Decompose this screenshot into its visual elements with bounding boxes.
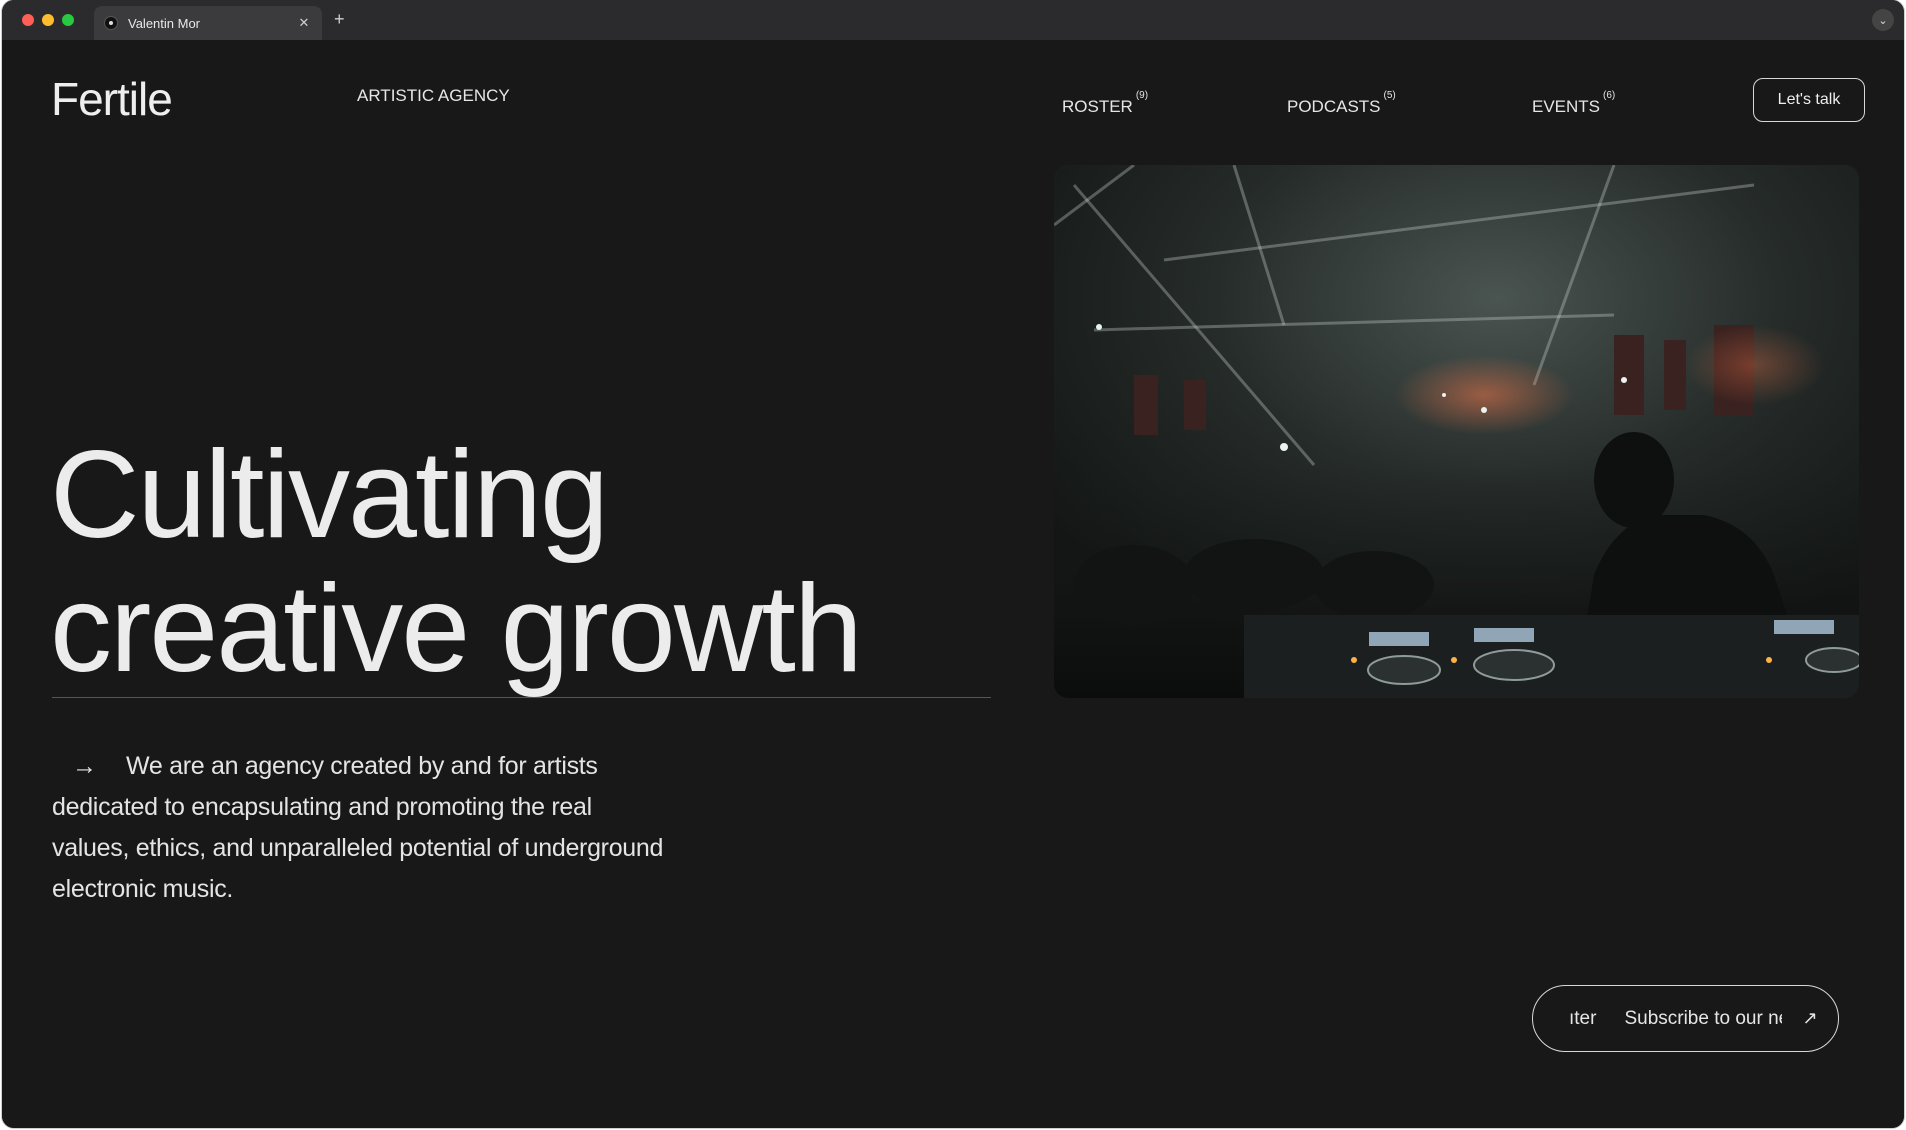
hero-headline: Cultivating creative growth bbox=[50, 426, 863, 698]
tab-list-chevron-icon[interactable]: ⌄ bbox=[1872, 9, 1894, 31]
hero-headline-line2: creative growth bbox=[50, 560, 863, 698]
site-tagline: ARTISTIC AGENCY bbox=[357, 86, 510, 105]
nav-roster-label: ROSTER bbox=[1062, 97, 1133, 116]
maximize-window-button[interactable] bbox=[62, 14, 74, 26]
newsletter-marquee: ıter Subscribe to our ne bbox=[1533, 1008, 1782, 1030]
nav-roster[interactable]: ROSTER(9) bbox=[1062, 90, 1148, 117]
nav-events-count: (6) bbox=[1603, 90, 1616, 101]
hero-divider bbox=[52, 697, 991, 698]
nav-events-label: EVENTS bbox=[1532, 97, 1601, 116]
minimize-window-button[interactable] bbox=[42, 14, 54, 26]
tab-title: Valentin Mor bbox=[128, 15, 201, 31]
nav-roster-count: (9) bbox=[1135, 90, 1149, 101]
nav-podcasts-count: (5) bbox=[1383, 90, 1396, 101]
browser-tab[interactable]: Valentin Mor ✕ bbox=[94, 6, 322, 40]
newsletter-marquee-text: Subscribe to our ne bbox=[1624, 1007, 1782, 1029]
hero-image bbox=[1054, 165, 1859, 698]
site-logo[interactable]: Fertile bbox=[51, 72, 173, 126]
new-tab-icon[interactable]: + bbox=[334, 9, 345, 30]
hero-intro: → We are an agency created by and for art… bbox=[52, 746, 672, 910]
newsletter-subscribe-button[interactable]: ıter Subscribe to our ne ↗ bbox=[1532, 985, 1839, 1052]
browser-tab-bar: Valentin Mor ✕ + ⌄ bbox=[2, 0, 1904, 40]
page: Fertile ARTISTIC AGENCY ROSTER(9) PODCAS… bbox=[2, 48, 1904, 1128]
tab-close-icon[interactable]: ✕ bbox=[296, 15, 312, 31]
newsletter-marquee-fragment: ıter bbox=[1569, 1007, 1597, 1029]
browser-window: Valentin Mor ✕ + ⌄ Fertile ARTISTIC AGEN… bbox=[2, 0, 1904, 1128]
dj-club-photo-icon bbox=[1054, 165, 1859, 698]
nav-events[interactable]: EVENTS(6) bbox=[1532, 90, 1615, 117]
nav-podcasts[interactable]: PODCASTS(5) bbox=[1287, 90, 1396, 117]
hero-headline-line1: Cultivating bbox=[50, 426, 609, 564]
arrow-right-icon: → bbox=[72, 752, 97, 780]
hero-intro-text: We are an agency created by and for arti… bbox=[52, 752, 664, 903]
arrow-up-right-icon: ↗ bbox=[1802, 1008, 1818, 1028]
nav-podcasts-label: PODCASTS bbox=[1287, 97, 1381, 116]
window-controls bbox=[22, 14, 74, 26]
lets-talk-button[interactable]: Let's talk bbox=[1753, 78, 1865, 122]
favicon-icon bbox=[104, 16, 118, 30]
close-window-button[interactable] bbox=[22, 14, 34, 26]
